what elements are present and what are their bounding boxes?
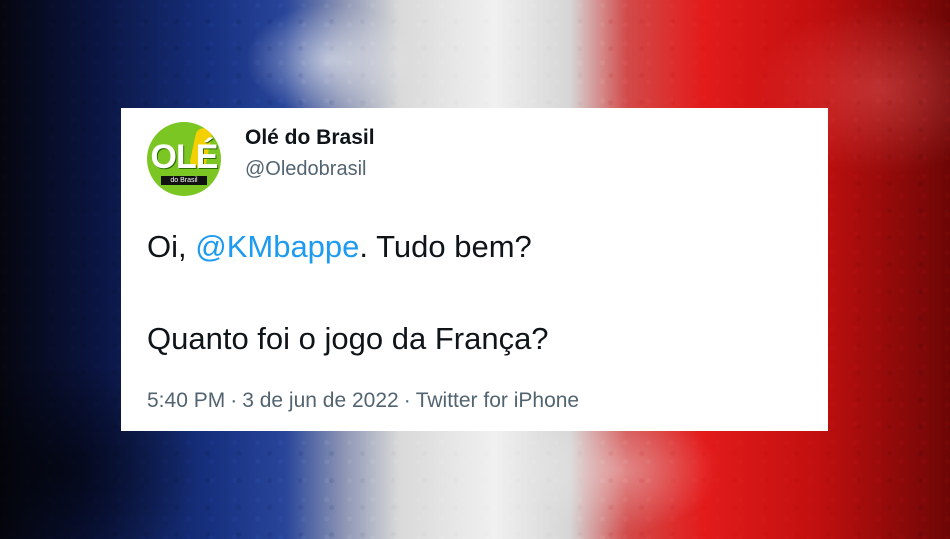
tweet-text-line-1: Oi, @KMbappe. Tudo bem? bbox=[147, 229, 532, 265]
avatar-sub-text: do Brasil bbox=[161, 176, 207, 185]
tweet-greeting-rest: . Tudo bem? bbox=[359, 229, 532, 264]
tweet-source[interactable]: Twitter for iPhone bbox=[416, 389, 579, 412]
user-handle[interactable]: @Oledobrasil bbox=[245, 158, 366, 181]
tweet-card: OLÉ do Brasil Olé do Brasil @Oledobrasil… bbox=[121, 108, 828, 431]
separator-dot: · bbox=[403, 389, 411, 412]
avatar-logo-text: OLÉ bbox=[150, 138, 219, 176]
tweet-text-line-2: Quanto foi o jogo da França? bbox=[147, 321, 549, 356]
separator-dot: · bbox=[230, 389, 238, 412]
tweet-greeting: Oi, bbox=[147, 229, 196, 264]
tweet-metadata: 5:40 PM · 3 de jun de 2022 · Twitter for iPh… bbox=[147, 389, 579, 413]
display-name[interactable]: Olé do Brasil bbox=[245, 126, 375, 150]
tweet-time[interactable]: 5:40 PM bbox=[147, 389, 225, 412]
avatar[interactable]: OLÉ do Brasil bbox=[147, 122, 221, 196]
mention-link[interactable]: @KMbappe bbox=[195, 229, 359, 264]
tweet-date[interactable]: 3 de jun de 2022 bbox=[242, 389, 398, 412]
